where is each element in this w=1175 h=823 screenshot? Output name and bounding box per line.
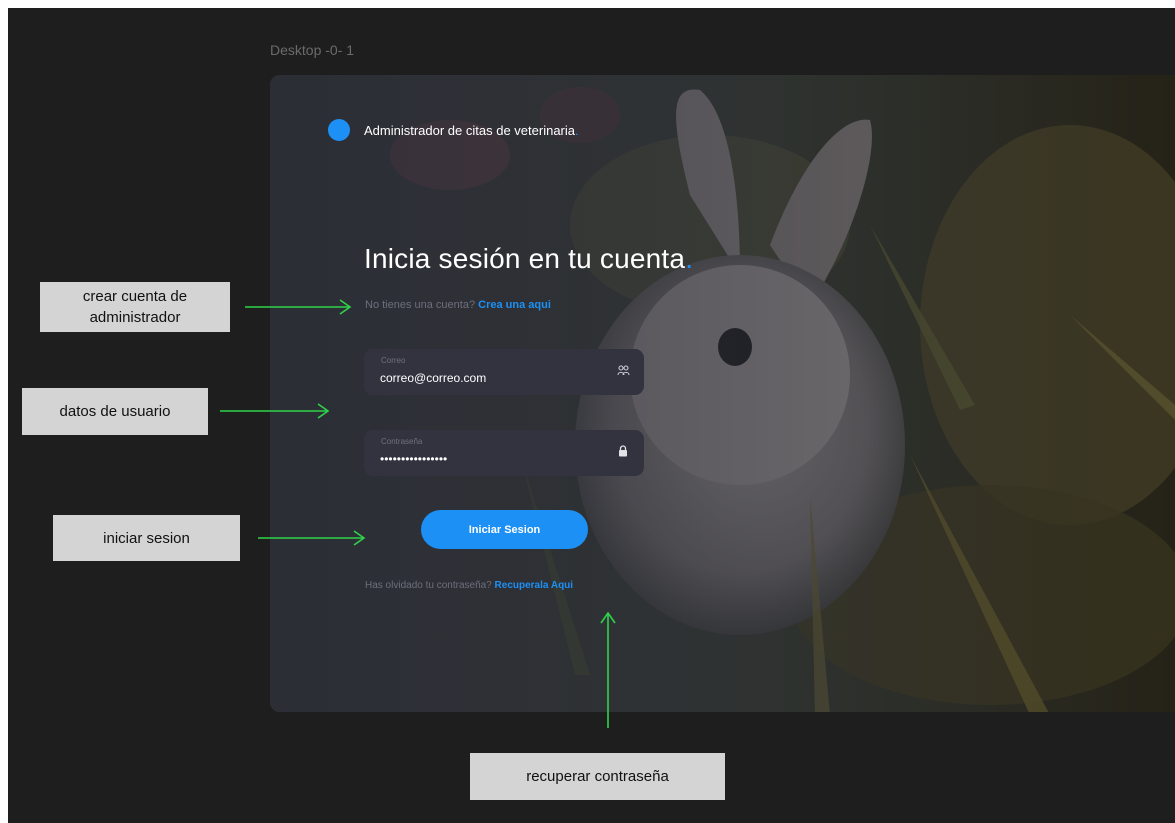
annotation-arrows <box>220 299 616 728</box>
arrow-recover-password <box>600 611 616 728</box>
arrow-user-data <box>220 403 330 419</box>
arrow-create-account <box>245 299 352 315</box>
arrow-login <box>258 530 366 546</box>
